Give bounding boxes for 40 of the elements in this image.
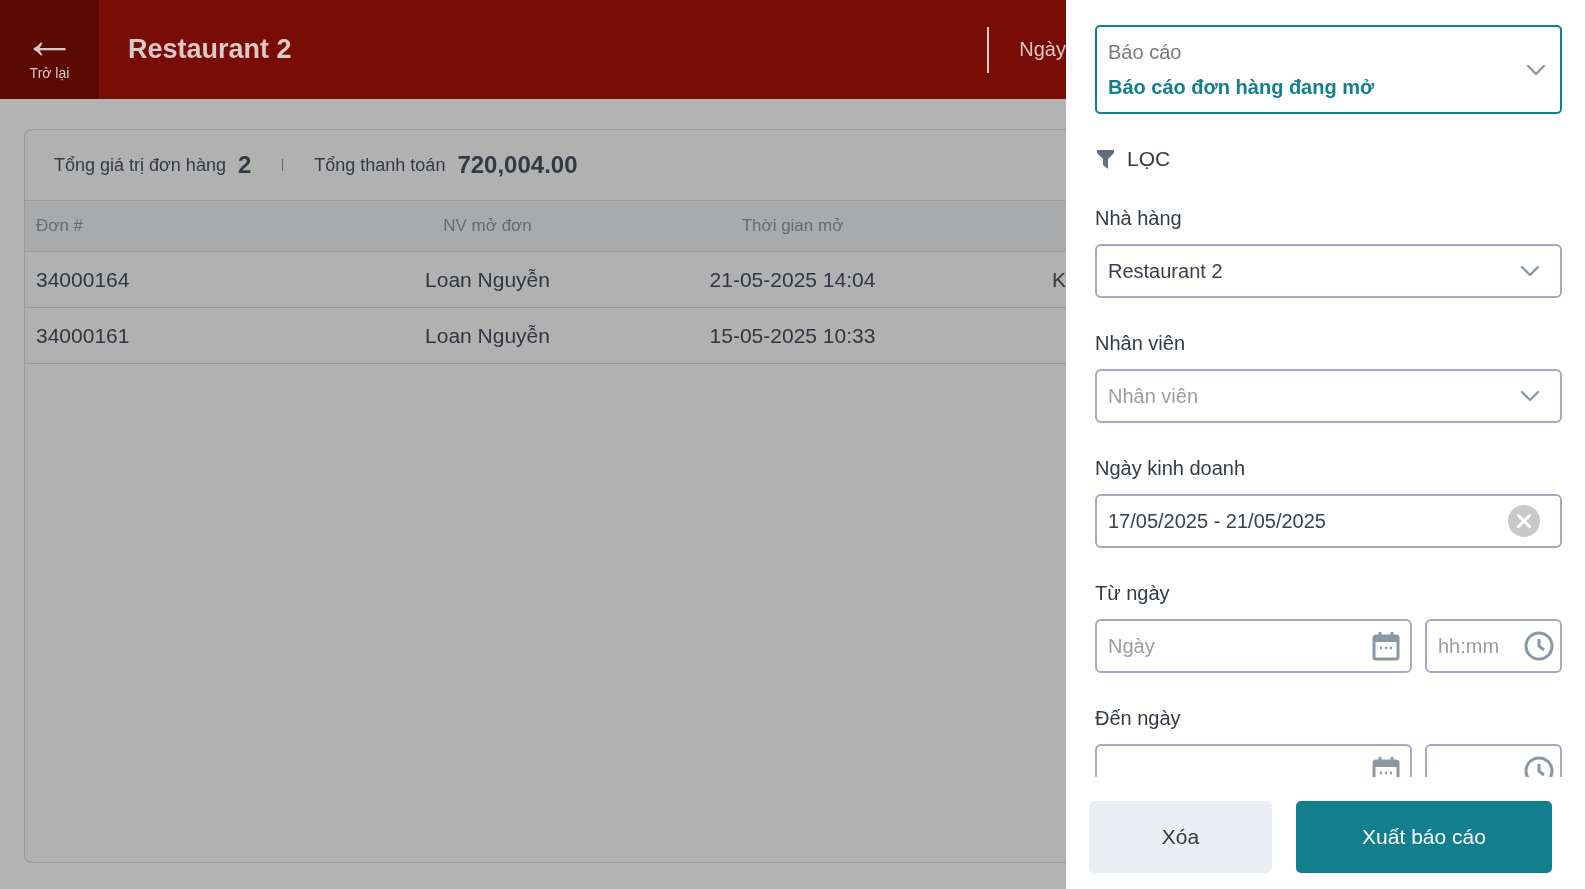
table-cell: Loan Nguyễn: [425, 323, 550, 348]
date-label: Ngày: [1019, 38, 1066, 61]
chevron-down-icon: [1520, 390, 1540, 402]
clear-icon[interactable]: [1508, 505, 1540, 537]
table-cell: 15-05-2025 10:33: [709, 323, 876, 348]
field-label: Từ ngày: [1095, 582, 1171, 605]
export-button[interactable]: Xuất báo cáo: [1296, 801, 1552, 873]
field-label: Ngày kinh doanh: [1095, 457, 1247, 480]
column-header: NV mở đơn: [443, 216, 532, 236]
column-header: Thời gian mở: [741, 216, 844, 236]
calendar-icon: [1372, 631, 1400, 661]
filter-icon: [1097, 149, 1114, 169]
field-label: Nhà hàng: [1095, 207, 1183, 230]
chevron-down-icon: [1520, 265, 1540, 277]
clear-button[interactable]: Xóa: [1089, 801, 1272, 873]
time-field[interactable]: hh:mm: [1425, 619, 1562, 673]
chevron-down-icon: [1526, 63, 1546, 76]
field-label: Đến ngày: [1095, 707, 1182, 730]
back-button[interactable]: ← Trở lại: [0, 0, 99, 99]
calendar-icon: [1372, 756, 1400, 777]
table-cell: Loan Nguyễn: [425, 267, 550, 292]
table-cell-text: 34000164: [35, 267, 131, 292]
field-label: Nhân viên: [1095, 332, 1187, 355]
clock-icon: [1524, 631, 1554, 661]
summary-value: 2: [237, 151, 252, 179]
report-select[interactable]: Báo cáo Báo cáo đơn hàng đang mở: [1095, 25, 1562, 114]
date-field[interactable]: Ngày: [1095, 619, 1412, 673]
summary-label: Tổng giá trị đơn hàng: [54, 154, 226, 176]
page-title: Restaurant 2: [128, 34, 293, 65]
date-range-field[interactable]: 17/05/2025 - 21/05/2025: [1095, 494, 1562, 548]
column-header: Đơn #: [35, 216, 85, 236]
table-cell-text: 34000161: [35, 323, 131, 348]
select-field[interactable]: Nhân viên: [1095, 369, 1562, 423]
table-cell: 21-05-2025 14:04: [709, 267, 876, 292]
summary-label: Tổng thanh toán: [314, 154, 446, 176]
filter-title: LỌC: [1127, 147, 1171, 171]
clock-icon: [1524, 756, 1554, 777]
table-cell: K: [1052, 267, 1066, 292]
summary-value: 720,004.00: [457, 151, 578, 179]
select-field[interactable]: Restaurant 2: [1095, 244, 1562, 298]
